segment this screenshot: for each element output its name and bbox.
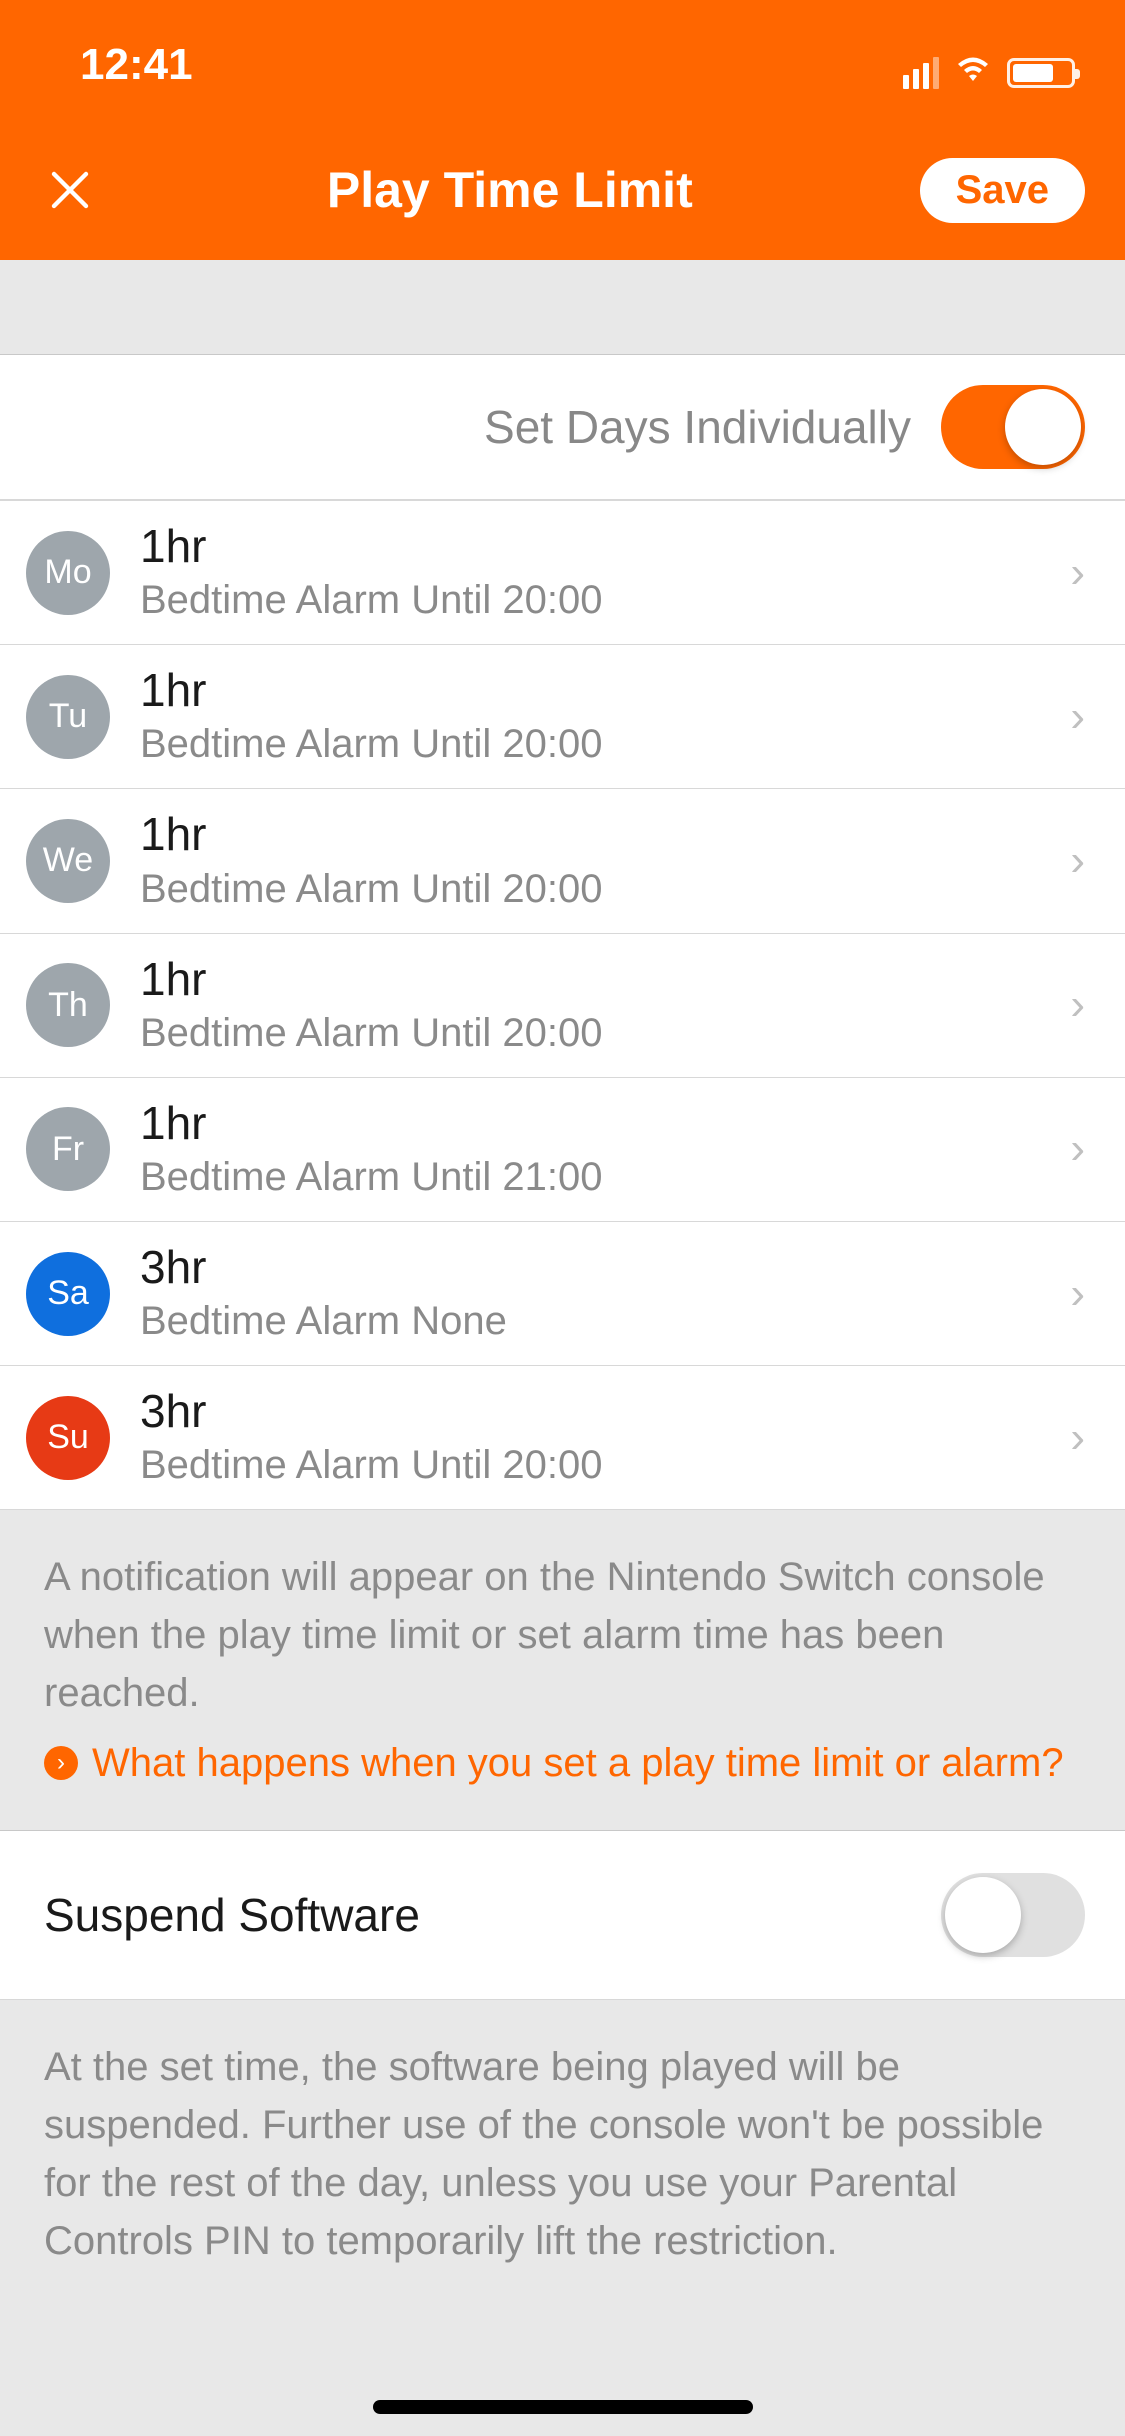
chevron-right-icon: › xyxy=(1070,836,1085,886)
day-limit: 3hr xyxy=(140,1384,1040,1439)
day-row-tu[interactable]: Tu 1hrBedtime Alarm Until 20:00 › xyxy=(0,645,1125,789)
day-text: 1hrBedtime Alarm Until 20:00 xyxy=(140,952,1040,1059)
suspend-software-row: Suspend Software xyxy=(0,1830,1125,2000)
day-limit: 1hr xyxy=(140,952,1040,1007)
chevron-right-icon: › xyxy=(1070,1124,1085,1174)
day-badge: Th xyxy=(26,963,110,1047)
day-sub: Bedtime Alarm Until 20:00 xyxy=(140,718,1040,770)
day-row-th[interactable]: Th 1hrBedtime Alarm Until 20:00 › xyxy=(0,934,1125,1078)
day-limit: 1hr xyxy=(140,1096,1040,1151)
nav-bar: Play Time Limit Save xyxy=(0,120,1125,260)
day-row-sa[interactable]: Sa 3hrBedtime Alarm None › xyxy=(0,1222,1125,1366)
day-text: 1hrBedtime Alarm Until 20:00 xyxy=(140,519,1040,626)
chevron-right-icon: › xyxy=(1070,980,1085,1030)
status-time: 12:41 xyxy=(80,40,193,90)
set-days-individually-label: Set Days Individually xyxy=(484,400,911,454)
cellular-signal-icon xyxy=(903,57,939,89)
chevron-right-icon: › xyxy=(1070,692,1085,742)
suspend-software-label: Suspend Software xyxy=(44,1888,420,1942)
play-time-notice-section: A notification will appear on the Ninten… xyxy=(0,1510,1125,1830)
close-button[interactable] xyxy=(40,160,100,220)
status-icons xyxy=(903,55,1075,90)
day-sub: Bedtime Alarm Until 20:00 xyxy=(140,574,1040,626)
day-text: 3hrBedtime Alarm Until 20:00 xyxy=(140,1384,1040,1491)
day-sub: Bedtime Alarm Until 20:00 xyxy=(140,1439,1040,1491)
day-text: 1hrBedtime Alarm Until 21:00 xyxy=(140,1096,1040,1203)
day-badge: Su xyxy=(26,1396,110,1480)
day-limit: 3hr xyxy=(140,1240,1040,1295)
suspend-software-toggle[interactable] xyxy=(941,1873,1085,1957)
day-row-fr[interactable]: Fr 1hrBedtime Alarm Until 21:00 › xyxy=(0,1078,1125,1222)
day-row-su[interactable]: Su 3hrBedtime Alarm Until 20:00 › xyxy=(0,1366,1125,1510)
day-badge: Mo xyxy=(26,531,110,615)
day-text: 1hrBedtime Alarm Until 20:00 xyxy=(140,663,1040,770)
chevron-right-icon: › xyxy=(1070,1269,1085,1319)
day-badge: Fr xyxy=(26,1107,110,1191)
day-sub: Bedtime Alarm None xyxy=(140,1295,1040,1347)
day-sub: Bedtime Alarm Until 20:00 xyxy=(140,863,1040,915)
day-text: 3hrBedtime Alarm None xyxy=(140,1240,1040,1347)
set-days-individually-row: Set Days Individually xyxy=(0,355,1125,500)
day-badge: We xyxy=(26,819,110,903)
help-link-text: What happens when you set a play time li… xyxy=(92,1734,1064,1792)
close-icon xyxy=(46,166,94,214)
save-button[interactable]: Save xyxy=(920,158,1085,223)
suspend-notice-text: At the set time, the software being play… xyxy=(0,2000,1125,2308)
section-spacer xyxy=(0,260,1125,355)
day-limit: 1hr xyxy=(140,663,1040,718)
help-link[interactable]: › What happens when you set a play time … xyxy=(44,1734,1081,1792)
battery-icon xyxy=(1007,58,1075,88)
chevron-circle-icon: › xyxy=(44,1746,78,1780)
wifi-icon xyxy=(953,55,993,90)
set-days-individually-toggle[interactable] xyxy=(941,385,1085,469)
page-title: Play Time Limit xyxy=(327,161,693,219)
day-text: 1hrBedtime Alarm Until 20:00 xyxy=(140,807,1040,914)
status-bar: 12:41 xyxy=(0,0,1125,120)
home-indicator xyxy=(373,2400,753,2414)
day-limit: 1hr xyxy=(140,807,1040,862)
day-row-mo[interactable]: Mo 1hrBedtime Alarm Until 20:00 › xyxy=(0,500,1125,645)
play-time-notice-text: A notification will appear on the Ninten… xyxy=(44,1548,1081,1722)
day-badge: Sa xyxy=(26,1252,110,1336)
day-row-we[interactable]: We 1hrBedtime Alarm Until 20:00 › xyxy=(0,789,1125,933)
chevron-right-icon: › xyxy=(1070,1413,1085,1463)
day-sub: Bedtime Alarm Until 21:00 xyxy=(140,1151,1040,1203)
day-sub: Bedtime Alarm Until 20:00 xyxy=(140,1007,1040,1059)
chevron-right-icon: › xyxy=(1070,548,1085,598)
days-list: Mo1hrBedtime Alarm Until 20:00›Tu1hrBedt… xyxy=(0,500,1125,1510)
day-limit: 1hr xyxy=(140,519,1040,574)
day-badge: Tu xyxy=(26,675,110,759)
